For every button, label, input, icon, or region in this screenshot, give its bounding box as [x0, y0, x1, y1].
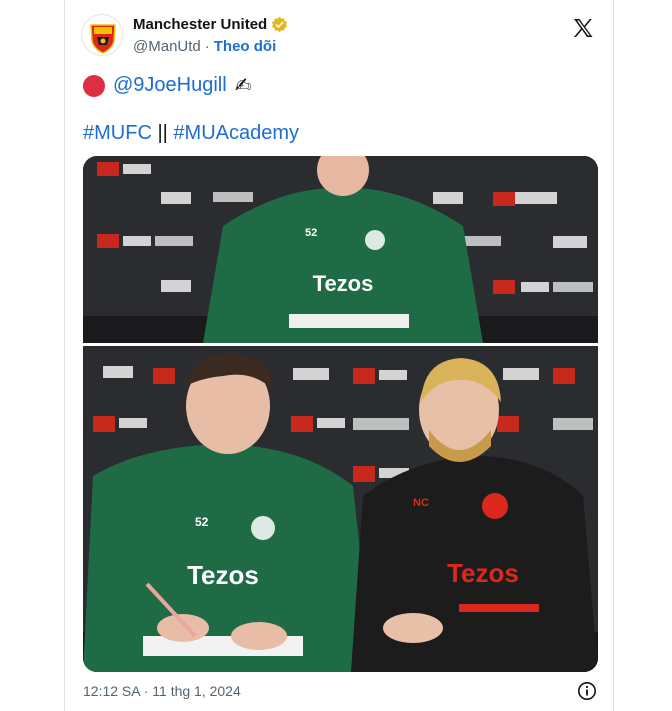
author-name[interactable]: Manchester United [133, 16, 267, 33]
sponsor-text-left: Tezos [187, 560, 259, 590]
tweet-text-line-2: #MUFC || #MUAcademy [83, 122, 299, 145]
manutd-crest-icon [83, 16, 122, 55]
author-name-row: Manchester United [133, 16, 288, 33]
coach-initials: NC [413, 497, 429, 509]
verified-badge-icon [271, 16, 288, 33]
author-handle[interactable]: @ManUtd [133, 38, 201, 55]
mention-link[interactable]: @9JoeHugill [113, 74, 227, 97]
separator-dot: · [204, 38, 210, 55]
handle-row: @ManUtd · Theo dõi [133, 38, 276, 55]
photo-signing-top[interactable]: Tezos 52 [83, 156, 598, 343]
info-icon[interactable] [577, 681, 597, 701]
follow-button[interactable]: Theo dõi [214, 38, 277, 55]
red-circle-emoji [83, 74, 105, 97]
shirt-number-bottom: 52 [195, 515, 209, 529]
shirt-number-top: 52 [305, 227, 317, 239]
hashtag-muacademy[interactable]: #MUAcademy [173, 122, 299, 144]
photo-signing-bottom[interactable]: 52 Tezos NC Tezos [83, 346, 598, 672]
sponsor-text-right: Tezos [447, 558, 519, 588]
avatar[interactable] [81, 14, 123, 56]
sponsor-text-top: Tezos [313, 271, 374, 296]
tweet-media[interactable]: Tezos 52 52 Tezos NC Tezos [83, 156, 598, 672]
tweet-card: Manchester United @ManUtd · Theo dõi @9J… [64, 0, 614, 711]
writing-hand-emoji: ✍ [234, 75, 252, 97]
hashtag-mufc[interactable]: #MUFC [83, 122, 152, 144]
x-logo-icon[interactable] [571, 16, 595, 40]
hashtag-divider: || [157, 122, 168, 144]
tweet-text-line-1: @9JoeHugill ✍ [83, 73, 251, 98]
tweet-header: Manchester United @ManUtd · Theo dõi [81, 12, 597, 60]
tweet-timestamp[interactable]: 12:12 SA · 11 thg 1, 2024 [83, 683, 241, 699]
